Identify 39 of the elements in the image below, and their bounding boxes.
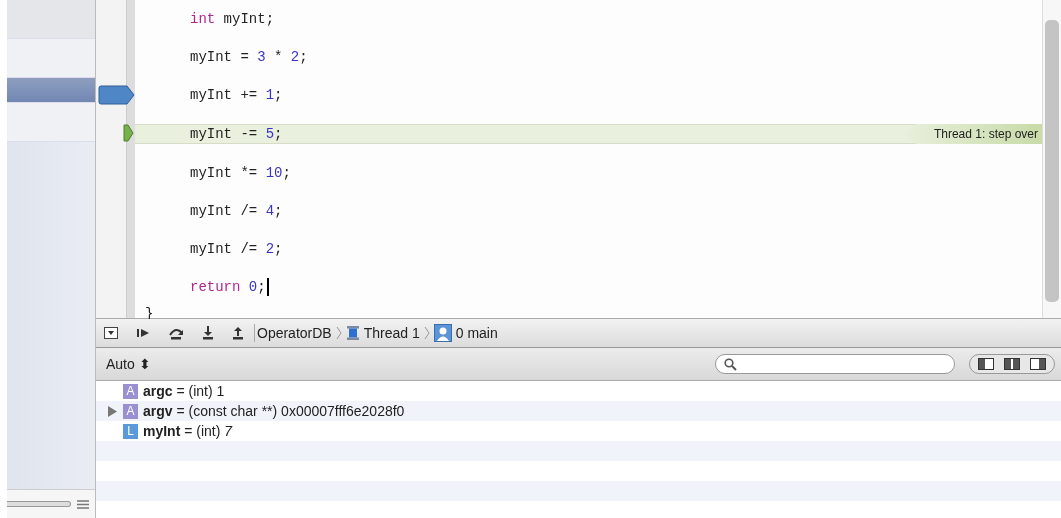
chevron-icon bbox=[335, 326, 342, 340]
continue-icon[interactable] bbox=[136, 327, 150, 339]
code-line: myInt /= 4; bbox=[190, 203, 283, 219]
variable-value: argc = (int) 1 bbox=[143, 383, 225, 399]
menu-icon[interactable] bbox=[77, 499, 89, 509]
breadcrumb-item[interactable]: Thread 1 bbox=[363, 325, 420, 341]
variable-kind-badge: A bbox=[123, 383, 138, 399]
code-line: myInt /= 2; bbox=[190, 241, 283, 257]
code-line: int myInt; bbox=[190, 11, 275, 27]
breadcrumb-item[interactable]: 0 main bbox=[455, 325, 498, 341]
search-icon bbox=[724, 357, 737, 371]
code-line: return 0; bbox=[190, 279, 266, 295]
chevron-icon bbox=[423, 326, 430, 340]
right-pane-icon[interactable] bbox=[1030, 358, 1046, 370]
variable-value: myInt = (int) 7 bbox=[143, 423, 233, 439]
navigator-row[interactable] bbox=[7, 78, 95, 103]
scrollbar-thumb[interactable] bbox=[1045, 20, 1059, 302]
breakpoint-marker[interactable] bbox=[98, 85, 136, 105]
step-into-icon[interactable] bbox=[202, 326, 214, 340]
code-line: myInt -= 5; bbox=[190, 126, 283, 142]
step-over-icon[interactable] bbox=[168, 326, 184, 340]
code-line: myInt += 1; bbox=[190, 87, 283, 103]
search-field[interactable] bbox=[715, 354, 955, 374]
disclosure-triangle-icon[interactable] bbox=[108, 405, 117, 417]
spool-icon bbox=[345, 325, 360, 341]
code-line: myInt = 3 * 2; bbox=[190, 49, 308, 65]
split-pane-icon[interactable] bbox=[1004, 358, 1020, 370]
code-line: myInt *= 10; bbox=[190, 165, 291, 181]
instruction-pointer[interactable] bbox=[123, 124, 134, 142]
variable-value: argv = (const char **) 0x00007fff6e2028f0 bbox=[143, 403, 405, 419]
scope-popup[interactable]: Auto ⬍ bbox=[106, 356, 151, 372]
breadcrumb-item[interactable]: OperatorDB bbox=[257, 325, 332, 341]
step-out-icon[interactable] bbox=[232, 326, 244, 340]
panel-toggle-icon[interactable] bbox=[104, 327, 118, 339]
slider-track[interactable] bbox=[7, 501, 71, 507]
variable-kind-badge: A bbox=[123, 403, 138, 419]
variable-kind-badge: L bbox=[123, 423, 138, 439]
left-pane-icon[interactable] bbox=[978, 358, 994, 370]
user-silhouette-icon bbox=[433, 324, 452, 342]
